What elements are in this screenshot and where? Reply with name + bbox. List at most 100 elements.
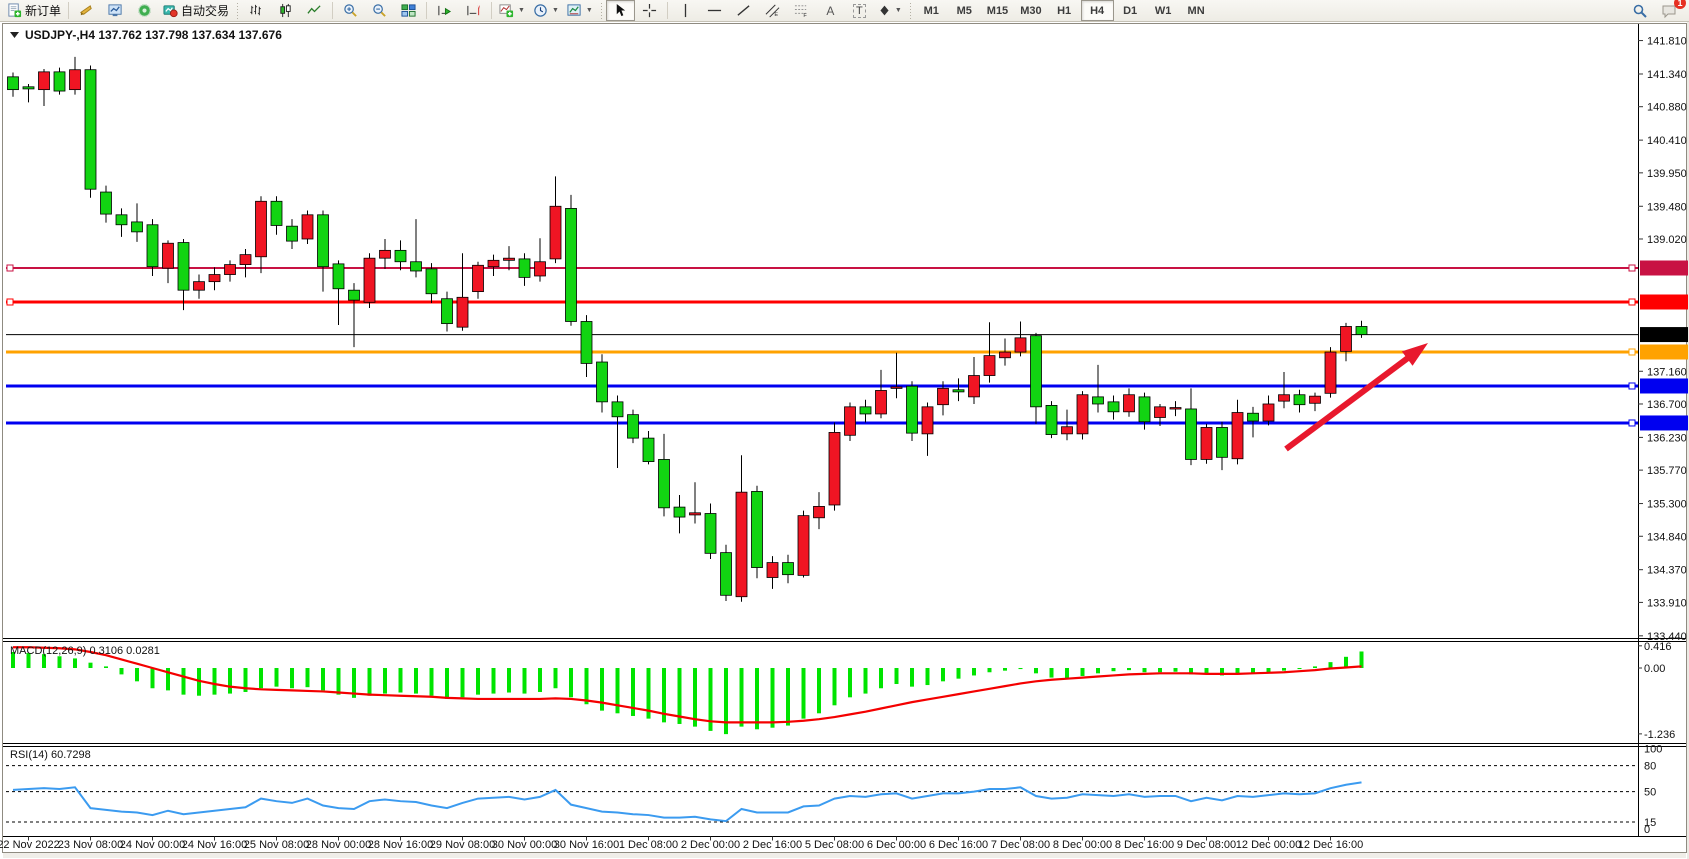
- channel-tool-button[interactable]: E: [758, 0, 787, 21]
- price-tick-label: 133.910: [1647, 597, 1687, 609]
- price-badge-bg: [1640, 327, 1688, 342]
- label-tool-button[interactable]: T: [845, 0, 874, 21]
- rsi-label: RSI(14) 60.7298: [10, 749, 91, 761]
- candle-body: [690, 513, 701, 515]
- rsi-tick-label: 80: [1644, 761, 1656, 773]
- profile-button[interactable]: [101, 0, 130, 21]
- zoom-out-icon: [372, 3, 387, 18]
- candle-body: [411, 262, 422, 271]
- candle-body: [1139, 397, 1150, 422]
- new-order-icon: [7, 3, 22, 18]
- candle-body: [953, 390, 964, 392]
- notifications-button[interactable]: 1: [1654, 0, 1683, 21]
- cursor-tool-button[interactable]: [606, 0, 635, 21]
- price-tick-label: 135.770: [1647, 465, 1687, 477]
- timeframe-h1[interactable]: H1: [1048, 0, 1081, 21]
- macd-tick-label: 0.00: [1644, 663, 1665, 675]
- line-handle: [7, 299, 13, 305]
- chevron-down-icon[interactable]: ▼: [895, 7, 902, 14]
- auto-scroll-button[interactable]: [430, 0, 459, 21]
- notification-count-badge: 1: [1674, 0, 1686, 9]
- indicators-button[interactable]: ▼: [495, 0, 529, 21]
- candle-body: [1093, 397, 1104, 404]
- candle-body: [907, 386, 918, 433]
- chevron-down-icon[interactable]: ▼: [518, 7, 525, 14]
- toolbar-grip[interactable]: [909, 3, 912, 19]
- search-button[interactable]: [1625, 0, 1654, 21]
- timeframe-m15[interactable]: M15: [981, 0, 1014, 21]
- zoom-in-button[interactable]: [336, 0, 365, 21]
- periods-button[interactable]: ▼: [529, 0, 563, 21]
- search-icon: [1632, 3, 1648, 19]
- candle-body: [209, 275, 220, 282]
- candle-body: [1248, 413, 1259, 421]
- candle-body: [1201, 427, 1212, 459]
- chart-shift-button[interactable]: [459, 0, 488, 21]
- equidistant-channel-icon: E: [765, 3, 780, 18]
- time-tick-label: 5 Dec 08:00: [805, 839, 864, 851]
- time-tick-label: 12 Dec 00:00: [1236, 839, 1301, 851]
- tile-windows-button[interactable]: [394, 0, 423, 21]
- candle-body: [1294, 395, 1305, 405]
- signals-button[interactable]: [72, 0, 101, 21]
- timeframe-d1[interactable]: D1: [1114, 0, 1147, 21]
- shapes-tool-button[interactable]: ▼: [874, 0, 906, 21]
- toolbar-grip[interactable]: [236, 3, 239, 19]
- candle-body: [1186, 409, 1197, 459]
- timeframe-h4[interactable]: H4: [1081, 0, 1114, 21]
- bar-chart-icon: [249, 3, 264, 18]
- vertical-line-tool-button[interactable]: [671, 0, 700, 21]
- candle-body: [969, 376, 980, 397]
- horizontal-line-tool-button[interactable]: [700, 0, 729, 21]
- candle-body: [194, 282, 205, 291]
- candle-body: [1015, 338, 1026, 352]
- chevron-down-icon[interactable]: ▼: [586, 7, 593, 14]
- chevron-down-icon[interactable]: ▼: [552, 7, 559, 14]
- timeframe-mn[interactable]: MN: [1180, 0, 1213, 21]
- chart-shift-icon: [466, 3, 481, 18]
- bar-chart-button[interactable]: [242, 0, 271, 21]
- timeframe-m1[interactable]: M1: [915, 0, 948, 21]
- text-tool-button[interactable]: A: [816, 0, 845, 21]
- new-order-button[interactable]: 新订单: [3, 0, 65, 21]
- candle-body: [845, 407, 856, 435]
- candle-body: [442, 299, 453, 324]
- chart-canvas[interactable]: 141.810141.340140.880140.410139.950139.4…: [0, 0, 1689, 859]
- macd-label: MACD(12,26,9) 0.3106 0.0281: [10, 645, 160, 657]
- price-badge: [1640, 294, 1688, 309]
- trendline-tool-button[interactable]: [729, 0, 758, 21]
- timeframe-w1[interactable]: W1: [1147, 0, 1180, 21]
- candle-body: [814, 506, 825, 517]
- candle-body: [674, 507, 685, 517]
- shapes-icon: [878, 4, 891, 17]
- toolbar-separator: [667, 2, 668, 19]
- candle-body: [54, 72, 65, 91]
- price-tick-label: 137.160: [1647, 366, 1687, 378]
- candlestick-button[interactable]: [271, 0, 300, 21]
- fibonacci-icon: F: [794, 3, 809, 18]
- autotrading-button[interactable]: 自动交易: [159, 0, 233, 21]
- candle-body: [1279, 395, 1290, 401]
- candle-body: [1031, 336, 1042, 407]
- timeframe-m30[interactable]: M30: [1014, 0, 1047, 21]
- time-tick-label: 29 Nov 08:00: [430, 839, 495, 851]
- price-badge-bg: [1640, 294, 1688, 309]
- time-tick-label: 28 Nov 16:00: [368, 839, 433, 851]
- price-tick-label: 141.810: [1647, 36, 1687, 48]
- zoom-out-button[interactable]: [365, 0, 394, 21]
- candle-body: [163, 243, 174, 268]
- timeframe-m5[interactable]: M5: [948, 0, 981, 21]
- toolbar-grip[interactable]: [600, 3, 603, 19]
- clock-icon: [533, 3, 548, 18]
- price-tick-label: 134.840: [1647, 531, 1687, 543]
- candle-body: [426, 269, 437, 294]
- candle-body: [597, 362, 608, 402]
- candle-body: [1263, 404, 1274, 421]
- templates-button[interactable]: ▼: [563, 0, 597, 21]
- candle-body: [566, 208, 577, 321]
- market-watch-button[interactable]: [130, 0, 159, 21]
- line-chart-button[interactable]: [300, 0, 329, 21]
- crosshair-tool-button[interactable]: [635, 0, 664, 21]
- fibonacci-tool-button[interactable]: F: [787, 0, 816, 21]
- candle-body: [643, 438, 654, 461]
